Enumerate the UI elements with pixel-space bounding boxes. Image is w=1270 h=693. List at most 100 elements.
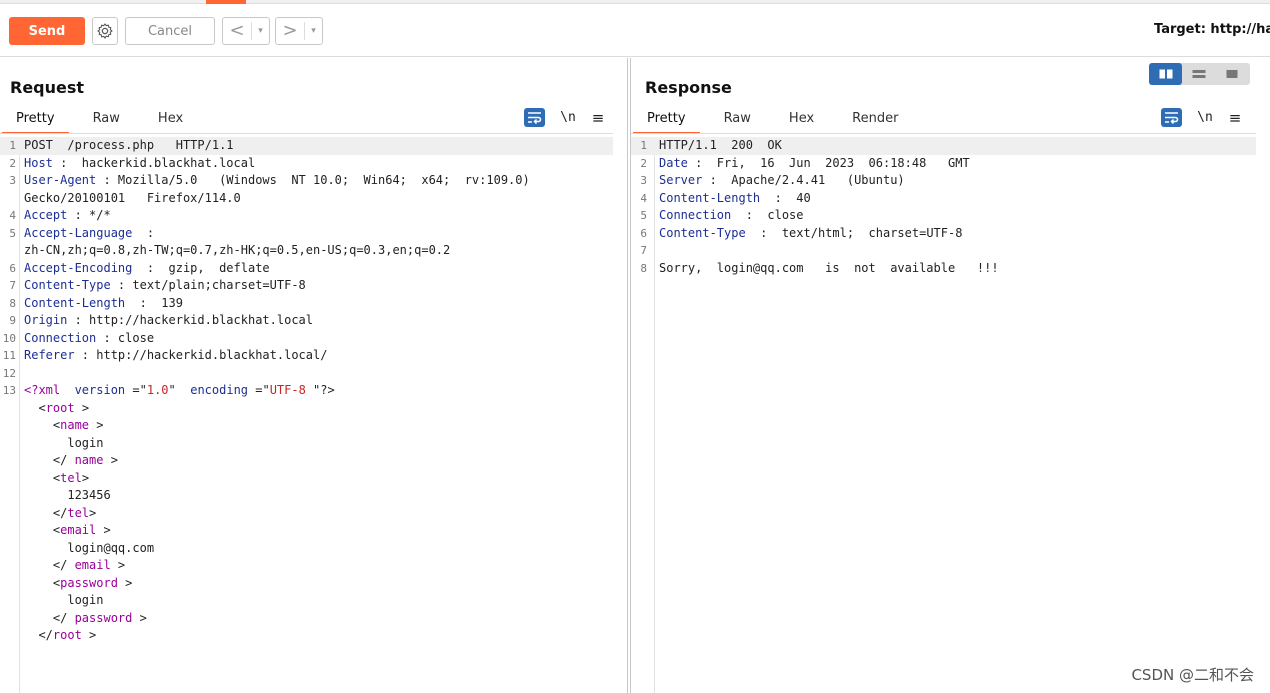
response-tab-hex[interactable]: Hex xyxy=(775,108,828,134)
request-code-line: 2 Host : hackerkid.blackhat.local xyxy=(0,155,613,173)
header-name: Accept xyxy=(24,208,68,222)
code-fragment xyxy=(60,383,74,397)
target-label[interactable]: Target: http://ha xyxy=(1154,22,1270,37)
request-code-line: zh-CN,zh;q=0.8,zh-TW;q=0.7,zh-HK;q=0.5,e… xyxy=(0,242,613,260)
response-editor[interactable]: 1 HTTP/1.1 200 OK 2 Date : Fri, 16 Jun 2023… xyxy=(631,137,1256,693)
word-wrap-icon xyxy=(528,112,542,124)
settings-button[interactable] xyxy=(92,17,118,45)
request-word-wrap-button[interactable] xyxy=(524,108,545,127)
response-panel: Response Pretty Raw Hex Render \n ≡ 1 HTT… xyxy=(630,58,1270,693)
request-tabs: Pretty Raw Hex xyxy=(2,108,207,134)
request-menu-icon[interactable]: ≡ xyxy=(591,109,605,127)
header-name: Host xyxy=(24,155,53,170)
code-text: Host : hackerkid.blackhat.local xyxy=(24,155,255,173)
layout-single-icon xyxy=(1226,70,1237,78)
layout-stack-icon xyxy=(1192,70,1205,78)
code-text: login@qq.com xyxy=(24,540,154,558)
code-fragment: < xyxy=(24,575,61,590)
code-fragment: > xyxy=(110,558,126,572)
line-number: 7 xyxy=(9,279,16,292)
layout-switcher xyxy=(1149,63,1250,85)
request-code-line: </ password > xyxy=(0,610,613,628)
response-tabs: Pretty Raw Hex Render xyxy=(633,108,922,134)
code-fragment: < xyxy=(24,470,61,485)
send-button[interactable]: Send xyxy=(9,17,85,45)
xml-tag: email xyxy=(60,523,97,537)
code-text: <root > xyxy=(24,400,89,418)
request-code-line: 13 <?xml version ="1.0" encoding ="UTF-8 … xyxy=(0,382,613,400)
code-fragment: : http://hackerkid.blackhat.local xyxy=(67,313,313,327)
xml-tag: password xyxy=(74,610,133,625)
request-code-line: login@qq.com xyxy=(0,540,613,558)
request-code-line: 10 Connection : close xyxy=(0,330,613,348)
xml-tag: <?xml xyxy=(24,383,61,397)
code-fragment: > xyxy=(132,610,147,625)
header-name: Content-Length xyxy=(659,190,761,205)
xml-tag: tel xyxy=(67,505,90,520)
line-number: 7 xyxy=(640,244,647,257)
code-text: Content-Type : text/html; charset=UTF-8 xyxy=(659,225,962,243)
response-code-line: 5 Connection : close xyxy=(631,207,1256,225)
layout-single-button[interactable] xyxy=(1215,63,1248,85)
layout-split-button[interactable] xyxy=(1149,63,1182,85)
header-name: Accept-Language xyxy=(24,225,133,240)
code-text: Accept : */* xyxy=(24,207,111,225)
xml-tag: name xyxy=(60,418,90,432)
code-fragment: </ xyxy=(24,610,75,625)
code-text: <name > xyxy=(24,417,104,435)
xml-tag: email xyxy=(74,558,111,572)
code-text: </ name > xyxy=(24,452,118,470)
attr-value: UTF-8 xyxy=(269,383,306,397)
response-word-wrap-button[interactable] xyxy=(1161,108,1182,127)
code-fragment: </ xyxy=(24,453,75,467)
code-fragment: = xyxy=(248,383,263,397)
request-tab-pretty[interactable]: Pretty xyxy=(2,108,69,134)
response-menu-icon[interactable]: ≡ xyxy=(1228,109,1242,127)
request-editor[interactable]: 1 POST /process.php HTTP/1.1 2 Host : hacke… xyxy=(0,137,613,693)
code-fragment: : xyxy=(132,225,155,240)
response-tab-render[interactable]: Render xyxy=(838,108,912,134)
request-code-line: <tel> xyxy=(0,470,613,488)
code-text: Date : Fri, 16 Jun 2023 06:18:48 GMT xyxy=(659,155,970,173)
code-fragment: : 139 xyxy=(125,295,183,310)
code-fragment: login xyxy=(24,593,104,607)
code-fragment: "?> xyxy=(305,383,335,397)
request-code-line: 12 xyxy=(0,365,613,383)
code-fragment: </ xyxy=(24,628,53,642)
header-name: Content-Length xyxy=(24,295,126,310)
request-newline-toggle[interactable]: \n xyxy=(557,110,579,125)
request-code-line: <name > xyxy=(0,417,613,435)
layout-stack-button[interactable] xyxy=(1182,63,1215,85)
response-tab-raw[interactable]: Raw xyxy=(710,108,765,134)
line-number: 5 xyxy=(9,226,16,240)
code-fragment: 123456 xyxy=(24,488,111,502)
header-name: Connection xyxy=(659,208,732,222)
code-fragment: " xyxy=(168,383,191,397)
header-name: User-Agent xyxy=(24,173,97,187)
code-text: Content-Length : 40 xyxy=(659,190,811,208)
forward-button[interactable]: > xyxy=(276,18,304,44)
request-tab-hex[interactable]: Hex xyxy=(144,108,197,134)
code-text: </root > xyxy=(24,627,96,645)
code-text: Gecko/20100101 Firefox/114.0 xyxy=(24,190,241,208)
back-history-dropdown[interactable]: ▾ xyxy=(251,22,269,40)
line-number: 5 xyxy=(640,209,647,222)
code-fragment: > xyxy=(96,523,111,537)
cancel-button[interactable]: Cancel xyxy=(125,17,215,45)
response-newline-toggle[interactable]: \n xyxy=(1194,110,1216,125)
gear-icon xyxy=(97,23,113,39)
request-tab-raw[interactable]: Raw xyxy=(79,108,134,134)
active-window-tab-marker[interactable] xyxy=(206,0,246,4)
code-fragment: < xyxy=(24,523,61,537)
header-name: Content-Type xyxy=(24,278,111,292)
response-tab-pretty[interactable]: Pretty xyxy=(633,108,700,134)
forward-history-dropdown[interactable]: ▾ xyxy=(304,22,322,40)
request-code-line: </ email > xyxy=(0,557,613,575)
code-fragment: > xyxy=(103,453,118,467)
code-text: Content-Type : text/plain;charset=UTF-8 xyxy=(24,277,306,295)
attr-name: version xyxy=(74,383,126,397)
request-code-line: 123456 xyxy=(0,487,613,505)
back-button[interactable]: < xyxy=(223,18,251,44)
request-tab-divider xyxy=(0,133,613,134)
line-number: 8 xyxy=(9,296,16,310)
